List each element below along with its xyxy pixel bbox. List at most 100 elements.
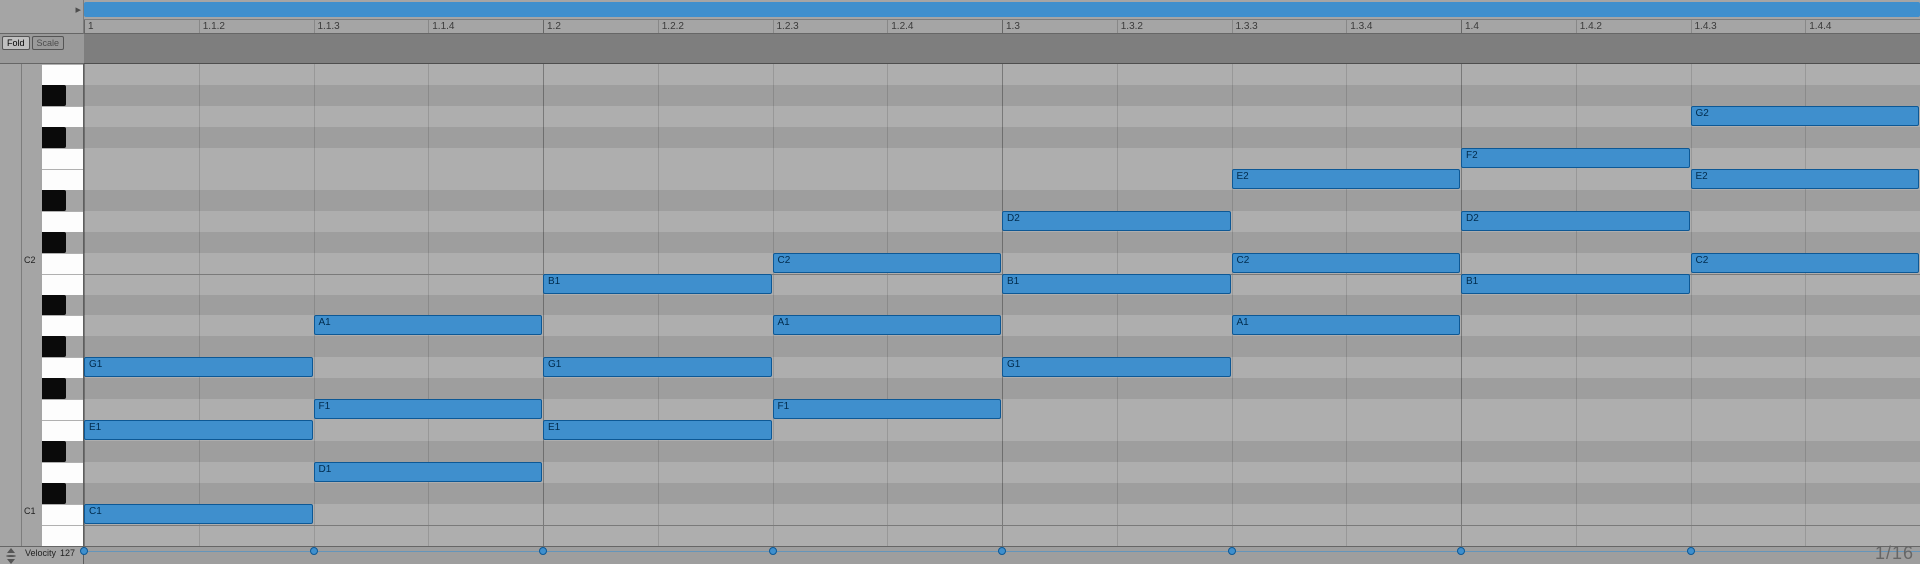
piano-black-key[interactable] [42,190,66,211]
ruler-tick: 1.4.4 [1805,20,1831,33]
grid-line [1117,64,1118,546]
midi-note[interactable]: G2 [1691,106,1920,126]
grid-line [773,64,774,546]
midi-note[interactable]: B1 [1461,274,1690,294]
midi-note[interactable]: D1 [314,462,543,482]
editor-toolbar: Fold Scale [0,34,84,64]
velocity-lane[interactable]: 1/16 [84,546,1920,564]
ruler-gutter [0,20,84,34]
piano-white-key[interactable] [42,504,83,525]
ruler-tick: 1.1.3 [314,20,340,33]
piano-black-key[interactable] [42,441,66,462]
fold-button[interactable]: Fold [2,36,30,50]
midi-note[interactable]: C2 [1232,253,1461,273]
ruler-tick: 1.3.3 [1232,20,1258,33]
midi-note[interactable]: D2 [1002,211,1231,231]
midi-note[interactable]: F1 [773,399,1002,419]
velocity-point[interactable] [1687,547,1695,555]
grid-line [1576,64,1577,546]
midi-editor: ▸ 11.1.21.1.31.1.41.21.2.21.2.31.2.41.31… [0,0,1920,564]
midi-note[interactable]: F2 [1461,148,1690,168]
piano-black-key[interactable] [42,483,66,504]
velocity-point[interactable] [998,547,1006,555]
piano-white-key[interactable] [42,420,83,441]
piano-white-key[interactable] [42,169,83,190]
grid-snap-label: 1/16 [1875,543,1914,564]
piano-black-key[interactable] [42,85,66,106]
piano-white-key[interactable] [42,462,83,483]
ruler-tick: 1 [84,20,94,33]
piano-white-key[interactable] [42,148,83,169]
midi-note[interactable]: E1 [84,420,313,440]
piano-white-key[interactable] [42,315,83,336]
midi-note[interactable]: E2 [1232,169,1461,189]
piano-black-key[interactable] [42,232,66,253]
note-grid[interactable]: C1 E1 G1 D1 F1 A1 E1 G1 B1 F1 A1 C2 G1 B1 D2 A1 C2 E2 B1 D2… [84,64,1920,546]
ruler-tick: 1.1.4 [428,20,454,33]
lane-collapse-down-icon[interactable] [7,559,15,564]
grid-line [543,64,544,546]
velocity-point[interactable] [769,547,777,555]
loop-region[interactable] [84,2,1920,17]
grid-line [658,64,659,546]
piano-white-key[interactable] [42,64,83,85]
left-gutter [0,64,22,546]
grid-line [1805,64,1806,546]
velocity-lane-title: Velocity [25,548,56,558]
piano-black-key[interactable] [42,336,66,357]
midi-note[interactable]: B1 [1002,274,1231,294]
piano-white-key[interactable] [42,274,83,295]
ruler-tick: 1.4 [1461,20,1479,33]
time-ruler[interactable]: 1 1.1.2 1.1.3 1.1.4 1.2 1.2.2 1.2.3 1.2.4 1.3 1.3… [84,20,1920,34]
ruler-tick: 1.3.4 [1346,20,1372,33]
midi-note[interactable]: C2 [773,253,1002,273]
c-divider [84,525,1920,526]
piano-white-key[interactable] [42,211,83,232]
velocity-point[interactable] [80,547,88,555]
piano-white-key[interactable] [42,253,83,274]
midi-note[interactable]: F1 [314,399,543,419]
piano-white-key[interactable] [42,357,83,378]
ruler-tick: 1.2.3 [773,20,799,33]
piano-black-key[interactable] [42,378,66,399]
piano-keyboard[interactable]: C1C2 [22,64,84,546]
midi-note[interactable]: C2 [1691,253,1920,273]
midi-note[interactable]: G1 [84,357,313,377]
velocity-point[interactable] [1457,547,1465,555]
scale-button[interactable]: Scale [32,36,65,50]
midi-note[interactable]: G1 [543,357,772,377]
ruler-tick: 1.2 [543,20,561,33]
midi-note[interactable]: C1 [84,504,313,524]
midi-note[interactable]: A1 [1232,315,1461,335]
ruler-tick: 1.3 [1002,20,1020,33]
midi-note[interactable]: A1 [314,315,543,335]
midi-note[interactable]: B1 [543,274,772,294]
ruler-tick: 1.1.2 [199,20,225,33]
grid-line [1691,64,1692,546]
ruler-tick: 1.4.3 [1691,20,1717,33]
timeline-gutter: ▸ [0,0,84,20]
piano-white-key[interactable] [42,525,83,546]
velocity-point[interactable] [539,547,547,555]
velocity-controls [0,546,22,564]
velocity-point[interactable] [1228,547,1236,555]
piano-black-key[interactable] [42,295,66,316]
loop-bar[interactable] [84,0,1920,20]
midi-note[interactable]: E2 [1691,169,1920,189]
ruler-tick: 1.2.4 [887,20,913,33]
piano-white-key[interactable] [42,106,83,127]
ruler-tick: 1.4.2 [1576,20,1602,33]
piano-black-key[interactable] [42,127,66,148]
midi-note[interactable]: D2 [1461,211,1690,231]
midi-note[interactable]: E1 [543,420,772,440]
grid-line [84,64,85,546]
midi-note[interactable]: G1 [1002,357,1231,377]
midi-note[interactable]: A1 [773,315,1002,335]
lane-toggle-button[interactable] [6,555,16,557]
velocity-point[interactable] [310,547,318,555]
octave-label: C1 [24,506,36,516]
piano-white-key[interactable] [42,399,83,420]
loop-start-marker-icon[interactable]: ▸ [75,5,81,15]
lane-collapse-up-icon[interactable] [7,548,15,553]
ruler-tick: 1.2.2 [658,20,684,33]
